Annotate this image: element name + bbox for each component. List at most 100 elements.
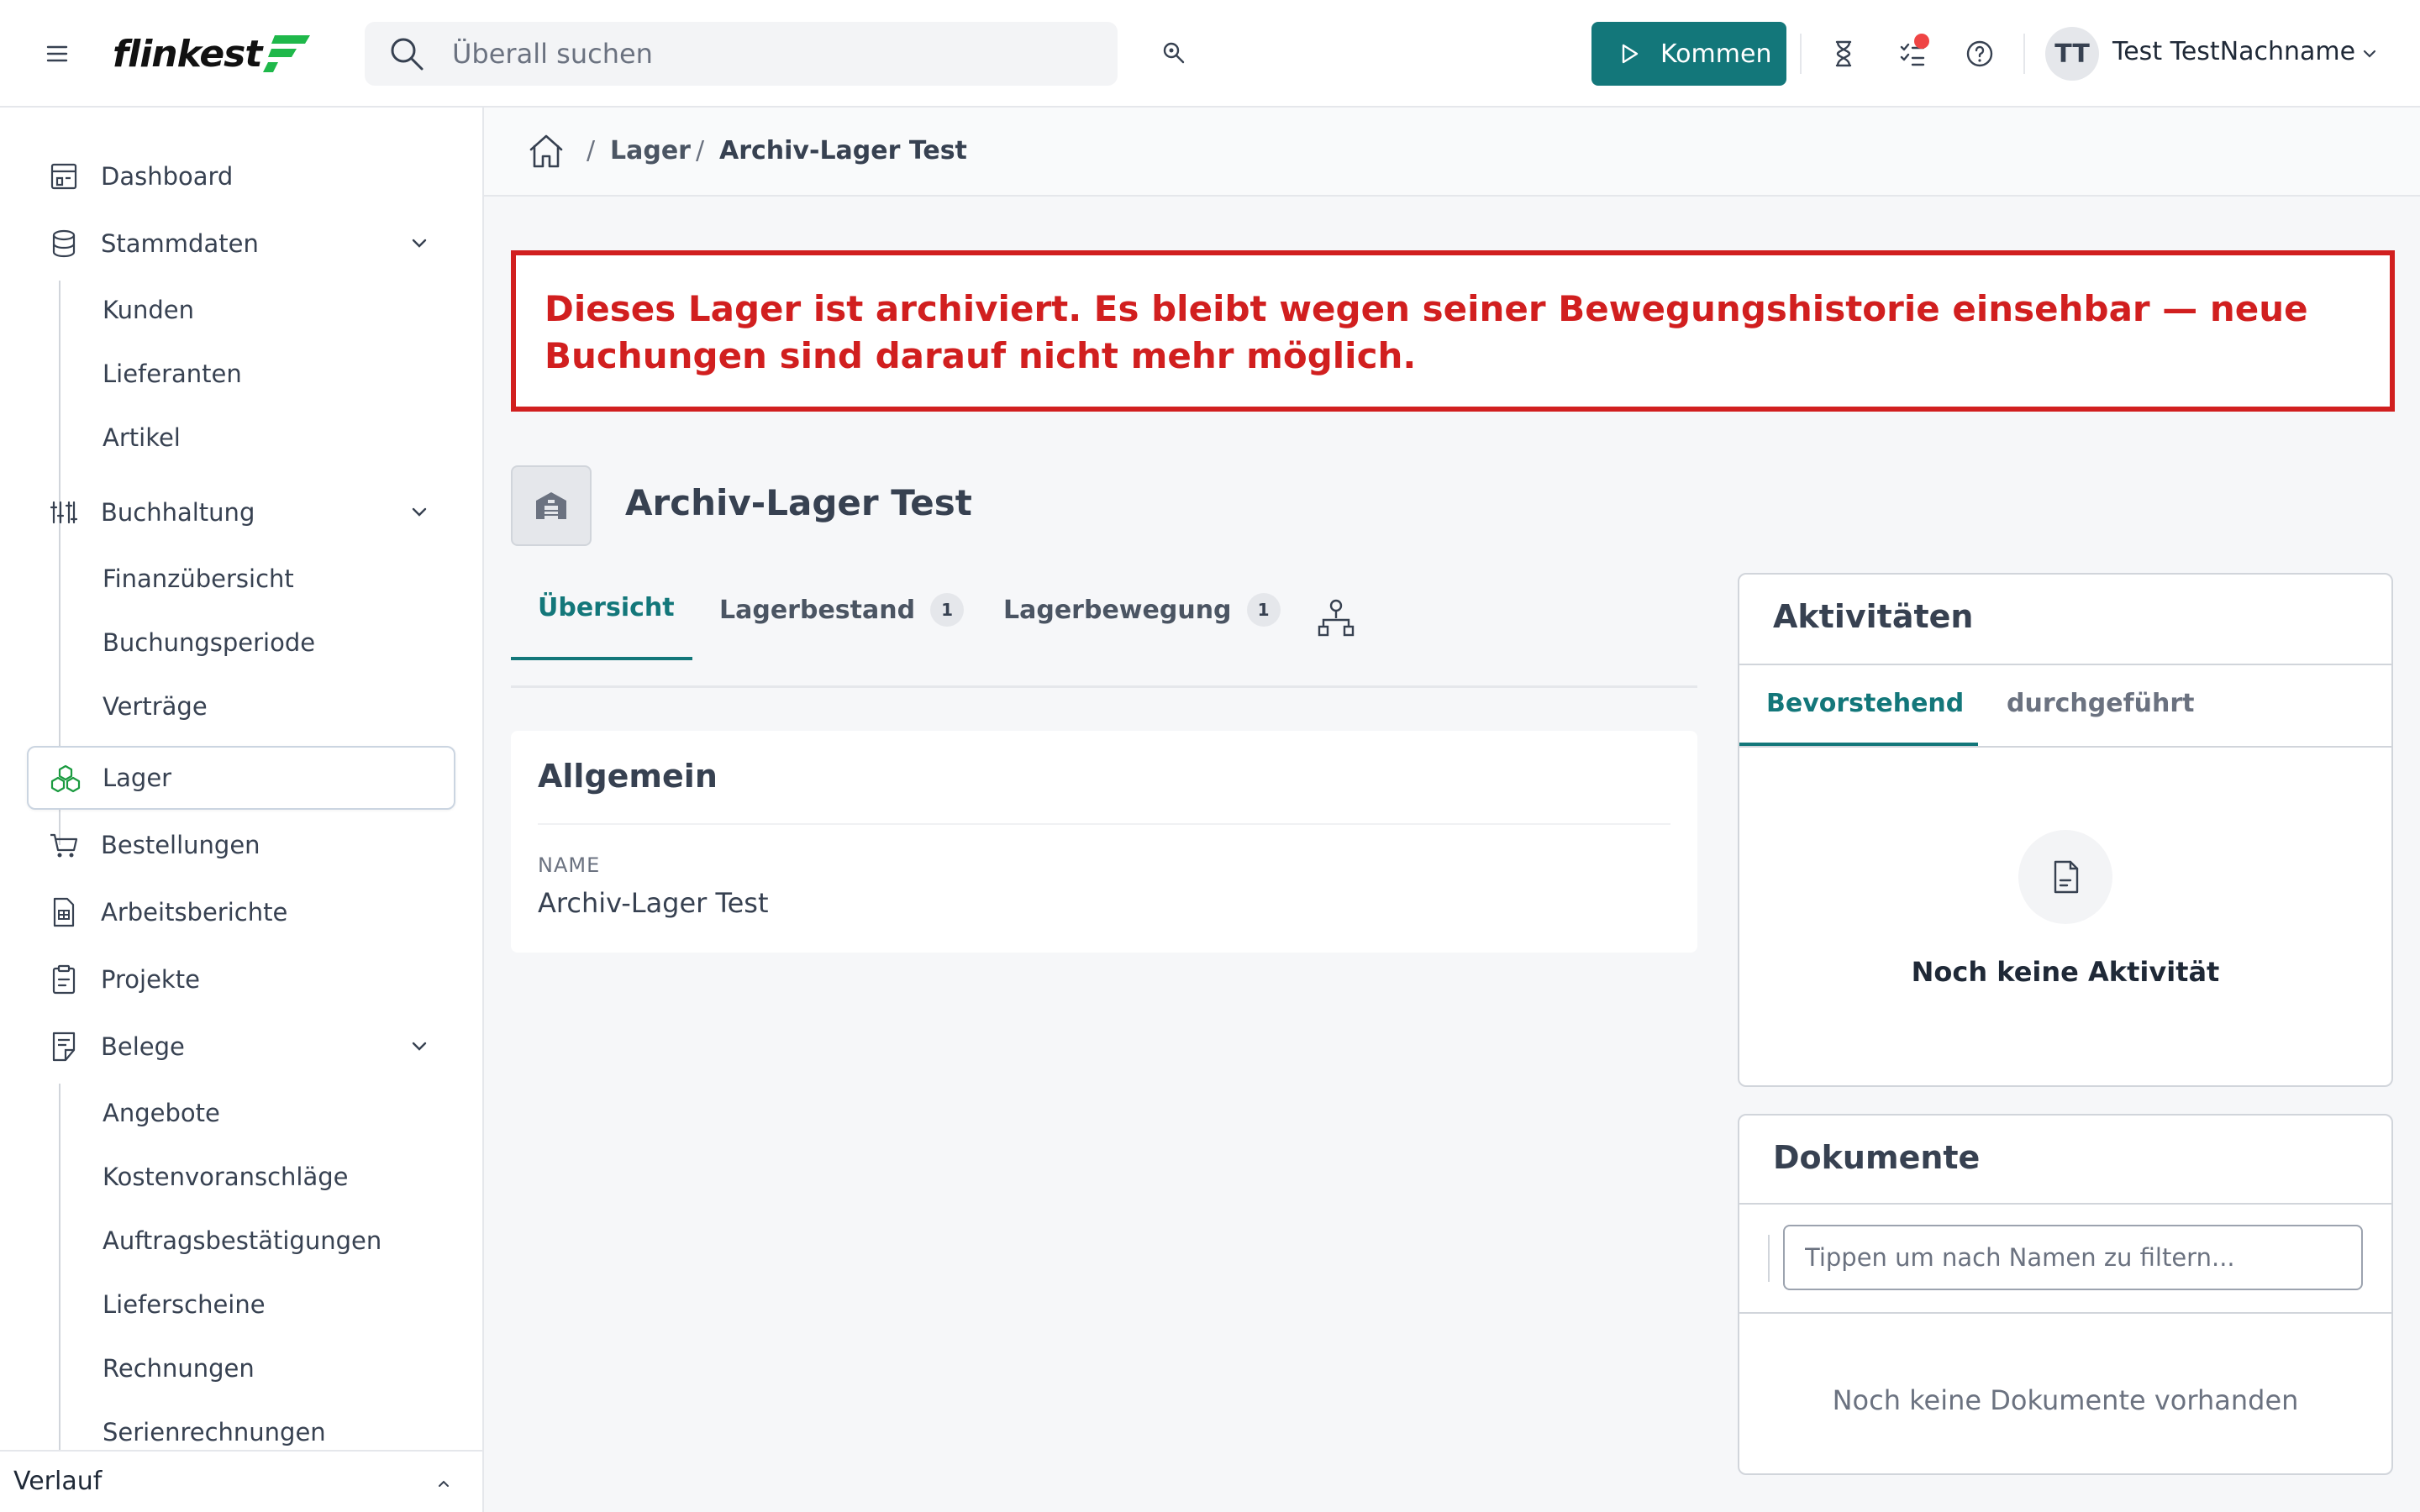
sidebar-subitem-buchungsperiode[interactable]: Buchungsperiode	[103, 628, 315, 657]
documents-card: Dokumente Noch keine Dokumente vorhanden	[1738, 1114, 2393, 1475]
top-bar: flinkest Kommen	[0, 0, 2420, 108]
sidebar-item-lager[interactable]: Lager	[27, 746, 455, 810]
activities-empty-state: Noch keine Aktivität	[1739, 746, 2391, 1085]
sidebar-subitem-kostenvoranschlaege[interactable]: Kostenvoranschläge	[103, 1163, 349, 1191]
boxes-icon	[50, 764, 81, 793]
submenu-line	[59, 1084, 60, 1512]
documents-filter-row	[1739, 1205, 2391, 1314]
search-icon	[391, 38, 424, 71]
page-title: Archiv-Lager Test	[625, 482, 972, 523]
sidebar-item-stammdaten[interactable]: Stammdaten	[27, 212, 455, 276]
history-label: Verlauf	[13, 1467, 103, 1496]
sidebar-item-label: Dashboard	[101, 162, 234, 191]
tab-lagerbewegung[interactable]: Lagerbewegung 1	[1003, 593, 1281, 627]
activities-empty-text: Noch keine Aktivität	[1911, 956, 2220, 988]
user-name[interactable]: Test TestNachname	[2112, 37, 2355, 66]
breadcrumb-lager[interactable]: Lager	[610, 136, 691, 165]
hourglass-icon[interactable]	[1827, 37, 1860, 71]
history-panel-toggle[interactable]: Verlauf	[0, 1450, 482, 1512]
hierarchy-icon[interactable]	[1314, 596, 1358, 640]
hamburger-menu-icon[interactable]	[40, 37, 74, 71]
name-label: NAME	[538, 853, 601, 877]
sidebar-item-belege[interactable]: Belege	[27, 1015, 455, 1079]
breadcrumb-separator: /	[587, 136, 596, 165]
sidebar-item-label: Belege	[101, 1032, 185, 1061]
sidebar-item-buchhaltung[interactable]: Buchhaltung	[27, 480, 455, 544]
warehouse-icon	[511, 465, 592, 546]
sidebar-subitem-finanzuebersicht[interactable]: Finanzübersicht	[103, 564, 294, 593]
count-badge: 1	[1246, 593, 1281, 627]
sidebar-item-projekte[interactable]: Projekte	[27, 948, 455, 1011]
sidebar-subitem-artikel[interactable]: Artikel	[103, 423, 181, 452]
document-icon	[2018, 830, 2112, 924]
logo-mark-icon	[263, 35, 311, 72]
divider	[1768, 1235, 1770, 1282]
general-card: Allgemein NAME Archiv-Lager Test	[511, 731, 1697, 953]
chevron-down-icon	[412, 239, 427, 248]
home-icon[interactable]	[526, 131, 566, 171]
tab-uebersicht[interactable]: Übersicht	[538, 593, 675, 622]
tab-lagerbestand[interactable]: Lagerbestand 1	[719, 593, 965, 627]
tab-label: Lagerbestand	[719, 595, 916, 625]
sidebar-subitem-angebote[interactable]: Angebote	[103, 1099, 220, 1127]
kommen-button[interactable]: Kommen	[1591, 22, 1786, 86]
sidebar-subitem-serienrechnungen[interactable]: Serienrechnungen	[103, 1418, 326, 1446]
divider	[538, 823, 1670, 825]
chevron-down-icon	[412, 1042, 427, 1051]
documents-empty-text: Noch keine Dokumente vorhanden	[1832, 1384, 2299, 1416]
logo[interactable]: flinkest	[113, 30, 313, 77]
report-icon	[53, 897, 75, 927]
sidebar-subitem-kunden[interactable]: Kunden	[103, 296, 194, 324]
alert-text: Dieses Lager ist archiviert. Es bleibt w…	[544, 288, 2308, 376]
activities-heading: Aktivitäten	[1773, 598, 1974, 635]
chevron-down-icon	[412, 507, 427, 517]
sidebar-item-bestellungen[interactable]: Bestellungen	[27, 813, 455, 877]
breadcrumb-separator: /	[696, 136, 705, 165]
cart-icon	[50, 833, 78, 858]
sliders-icon	[50, 501, 78, 524]
sidebar-item-label: Lager	[103, 764, 172, 792]
tab-label: Lagerbewegung	[1003, 595, 1232, 625]
sidebar-item-label: Arbeitsberichte	[101, 898, 288, 927]
global-search[interactable]	[365, 22, 1118, 86]
sidebar-item-label: Stammdaten	[101, 229, 259, 258]
sidebar-subitem-vertraege[interactable]: Verträge	[103, 692, 208, 721]
tabs-divider	[511, 685, 1697, 688]
count-badge: 1	[930, 593, 965, 627]
breadcrumb-current: Archiv-Lager Test	[719, 136, 967, 165]
sidebar-subitem-auftragsbestaetigungen[interactable]: Auftragsbestätigungen	[103, 1226, 381, 1255]
active-tab-indicator	[511, 657, 692, 660]
play-icon	[1622, 44, 1639, 64]
clipboard-icon	[52, 964, 76, 995]
database-icon	[52, 229, 76, 258]
avatar[interactable]: TT	[2045, 27, 2099, 81]
sidebar-subitem-rechnungen[interactable]: Rechnungen	[103, 1354, 255, 1383]
tab-label: Übersicht	[538, 593, 675, 622]
chevron-up-icon	[439, 1480, 449, 1487]
sidebar-subitem-lieferscheine[interactable]: Lieferscheine	[103, 1290, 266, 1319]
global-search-input[interactable]	[452, 38, 1091, 70]
chevron-down-icon[interactable]	[2358, 42, 2381, 66]
sidebar-item-label: Buchhaltung	[101, 498, 255, 527]
kommen-label: Kommen	[1660, 39, 1772, 69]
breadcrumb: / Lager / Archiv-Lager Test	[484, 108, 2420, 197]
sidebar-item-label: Projekte	[101, 965, 200, 994]
sidebar-item-label: Bestellungen	[101, 831, 260, 859]
divider	[2023, 34, 2025, 74]
divider	[1800, 34, 1802, 74]
documents-filter-input[interactable]	[1783, 1225, 2363, 1290]
sidebar-subitem-lieferanten[interactable]: Lieferanten	[103, 360, 242, 388]
tab-bevorstehend[interactable]: Bevorstehend	[1766, 689, 1964, 718]
tab-durchgefuehrt[interactable]: durchgeführt	[2007, 689, 2195, 718]
sidebar-item-arbeitsberichte[interactable]: Arbeitsberichte	[27, 880, 455, 944]
name-value: Archiv-Lager Test	[538, 887, 769, 919]
help-icon[interactable]	[1963, 37, 1996, 71]
dashboard-icon	[50, 163, 77, 190]
activities-card: Aktivitäten Bevorstehend durchgeführt No…	[1738, 573, 2393, 1087]
documents-heading: Dokumente	[1773, 1139, 1981, 1176]
advanced-search-icon[interactable]	[1158, 37, 1192, 71]
sidebar-item-dashboard[interactable]: Dashboard	[27, 144, 455, 208]
divider	[1739, 664, 2391, 665]
general-heading: Allgemein	[538, 758, 718, 795]
receipt-icon	[52, 1032, 76, 1062]
